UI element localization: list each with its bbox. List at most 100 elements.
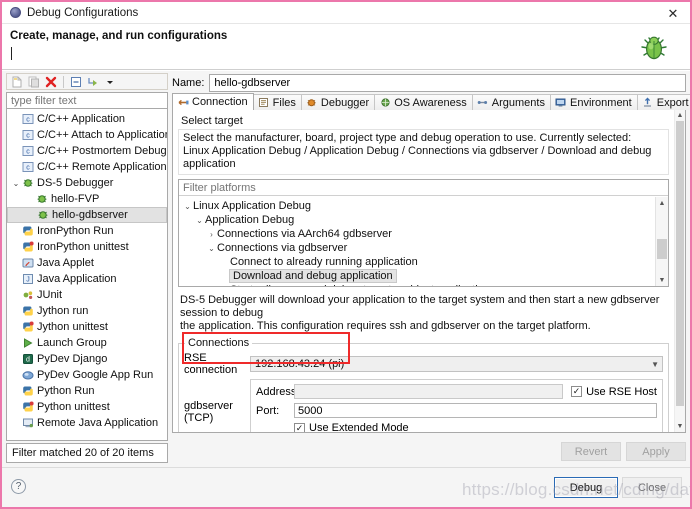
config-tree-item[interactable]: c C/C++ Application — [7, 111, 167, 127]
panel-scrollbar[interactable]: ▲ ▼ — [674, 110, 685, 432]
select-target-heading: Select target — [181, 115, 243, 127]
tab-label: Debugger — [320, 96, 370, 109]
tab-environment[interactable]: Environment — [549, 94, 638, 110]
filter-platforms-input[interactable] — [179, 180, 668, 196]
config-tree-item[interactable]: d PyDev Django — [7, 351, 167, 367]
collapse-all-icon[interactable] — [69, 75, 83, 89]
config-tree-item[interactable]: c C/C++ Remote Application — [7, 159, 167, 175]
scroll-down-icon[interactable]: ▼ — [675, 421, 685, 432]
port-input[interactable] — [294, 403, 657, 418]
platform-tree-item[interactable]: › Connections via AArch64 gdbserver — [179, 227, 655, 241]
filter-icon[interactable] — [86, 75, 100, 89]
configuration-name-input[interactable] — [209, 74, 686, 92]
config-tree-item[interactable]: Launch Group — [7, 335, 167, 351]
text-caret — [11, 47, 12, 60]
tab-arguments[interactable]: Arguments — [471, 94, 551, 110]
platform-tree-scrollbar[interactable]: ▲ ▼ — [655, 197, 668, 286]
duplicate-configuration-icon[interactable] — [27, 75, 41, 89]
use-extended-mode-checkbox[interactable]: ✓ Use Extended Mode — [294, 422, 409, 432]
config-tree-item-label: IronPython Run — [37, 225, 114, 237]
platform-scroll-up-icon[interactable]: ▲ — [656, 197, 668, 209]
files-icon — [258, 97, 270, 108]
dialog-header: Create, manage, and run configurations — [2, 25, 690, 70]
config-tree-item[interactable]: Remote Java Application — [7, 415, 167, 431]
select-target-description: Select the manufacturer, board, project … — [178, 129, 669, 175]
python-run-icon — [21, 305, 34, 317]
platform-tree-item[interactable]: ⌄ Linux Application Debug — [179, 199, 655, 213]
delete-configuration-icon[interactable] — [44, 75, 58, 89]
tab-os-awareness[interactable]: OS Awareness — [374, 94, 473, 110]
tab-files[interactable]: Files — [252, 94, 302, 110]
connection-icon — [177, 97, 189, 108]
config-tree-item[interactable]: JUnit — [7, 287, 167, 303]
svg-text:c: c — [26, 133, 30, 140]
config-tree-item[interactable]: Python unittest — [7, 399, 167, 415]
close-button[interactable]: Close — [622, 477, 682, 498]
configurations-tree[interactable]: c C/C++ Application c C/C++ Attach to Appli… — [6, 109, 168, 441]
config-tree-item[interactable]: Python Run — [7, 383, 167, 399]
platform-tree-item-label: Download and debug application — [229, 269, 397, 283]
scroll-up-icon[interactable]: ▲ — [675, 110, 685, 121]
address-row: Address: ✓ Use RSE Host — [256, 384, 657, 399]
address-input[interactable] — [294, 384, 564, 399]
config-tree-item[interactable]: hello-gdbserver — [7, 207, 167, 223]
platform-tree-item[interactable]: Start gdbserver and debug target-residen… — [179, 283, 655, 286]
config-tree-item[interactable]: IronPython Run — [7, 223, 167, 239]
scroll-thumb[interactable] — [676, 121, 684, 406]
config-tree-item[interactable]: c C/C++ Postmortem Debugger — [7, 143, 167, 159]
long-description-line-1: DS-5 Debugger will download your applica… — [180, 294, 660, 319]
revert-button[interactable]: Revert — [561, 442, 621, 461]
config-tree-item[interactable]: ⌄ DS-5 Debugger — [7, 175, 167, 191]
twisty-expanded-icon[interactable]: ⌄ — [182, 202, 193, 211]
config-tree-item[interactable]: IronPython unittest — [7, 239, 167, 255]
view-menu-icon[interactable] — [103, 75, 117, 89]
checkbox-checked-icon: ✓ — [571, 386, 583, 397]
config-tree-item[interactable]: Java Applet — [7, 255, 167, 271]
debug-button[interactable]: Debug — [554, 477, 618, 498]
config-tree-item[interactable]: J Java Application — [7, 271, 167, 287]
help-icon[interactable]: ? — [11, 479, 26, 494]
use-rse-host-checkbox[interactable]: ✓ Use RSE Host — [571, 386, 657, 398]
config-tree-item[interactable]: Jython unittest — [7, 319, 167, 335]
use-rse-host-label: Use RSE Host — [586, 385, 657, 398]
close-icon[interactable]: ✕ — [662, 4, 684, 22]
launch-group-icon — [21, 337, 34, 349]
twisty-expanded-icon[interactable]: ⌄ — [11, 179, 21, 188]
svg-text:J: J — [26, 277, 30, 284]
tab-debugger[interactable]: Debugger — [300, 94, 376, 110]
config-tree-item[interactable]: Jython run — [7, 303, 167, 319]
rse-connection-select[interactable]: 192.168.43.24 (pi) ▼ — [250, 356, 663, 372]
rse-connection-label: RSE connection — [184, 352, 238, 376]
remote-java-icon — [21, 417, 34, 429]
platform-tree-item[interactable]: ⌄ Application Debug — [179, 213, 655, 227]
config-tree-item[interactable]: hello-FVP — [7, 191, 167, 207]
config-tree-item[interactable]: PyDev Google App Run — [7, 367, 167, 383]
platform-tree-item[interactable]: Download and debug application — [179, 269, 655, 283]
platform-scroll-down-icon[interactable]: ▼ — [656, 274, 668, 286]
gdbserver-tcp-label: gdbserver (TCP) — [184, 399, 233, 424]
tab-export[interactable]: Export — [636, 94, 690, 110]
java-app-icon: J — [21, 273, 34, 285]
debugger-icon — [306, 97, 318, 108]
config-tree-item-label: hello-gdbserver — [52, 209, 128, 221]
platform-scroll-thumb[interactable] — [657, 239, 667, 259]
config-tree-item[interactable]: c C/C++ Attach to Application — [7, 127, 167, 143]
twisty-expanded-icon[interactable]: ⌄ — [194, 216, 205, 225]
config-tree-item-label: hello-FVP — [51, 193, 100, 205]
apply-button[interactable]: Apply — [626, 442, 686, 461]
new-configuration-icon[interactable] — [10, 75, 24, 89]
config-tree-item-label: PyDev Django — [37, 353, 108, 365]
type-filter-input[interactable] — [6, 92, 168, 109]
twisty-expanded-icon[interactable]: ⌄ — [206, 244, 217, 253]
platform-tree-item[interactable]: ⌄ Connections via gdbserver — [179, 241, 655, 255]
tab-label: Environment — [569, 96, 632, 109]
platform-tree-item[interactable]: Connect to already running application — [179, 255, 655, 269]
config-tree-item-label: Python unittest — [37, 401, 110, 413]
filter-status: Filter matched 20 of 20 items — [6, 443, 168, 463]
platform-tree[interactable]: ⌄ Linux Application Debug ⌄ Application Deb… — [179, 197, 655, 286]
twisty-collapsed-icon[interactable]: › — [206, 230, 217, 239]
dialog-footer: ? Debug Close — [2, 467, 690, 507]
svg-text:d: d — [26, 357, 30, 364]
config-tree-item-label: C/C++ Application — [37, 113, 126, 125]
tab-connection[interactable]: Connection — [172, 93, 254, 110]
